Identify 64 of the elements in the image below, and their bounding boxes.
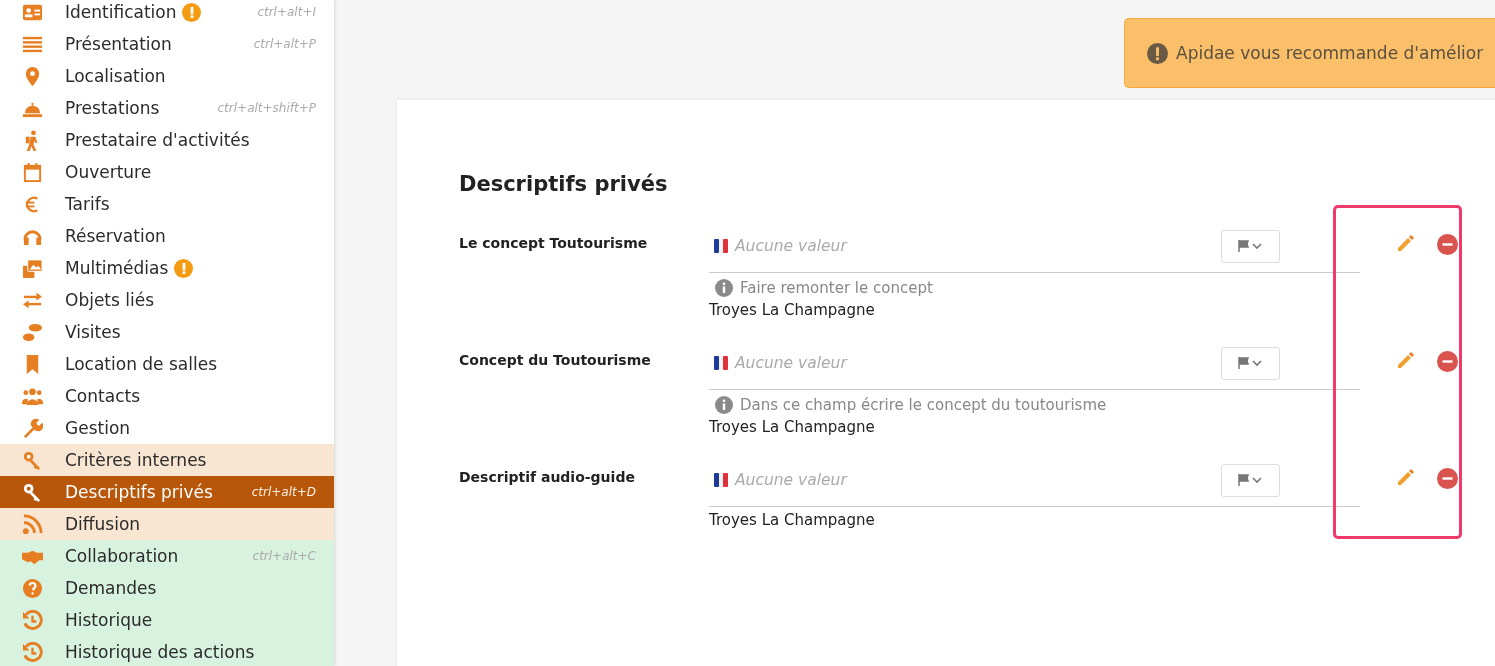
sidebar-item[interactable]: Localisation [0, 60, 334, 92]
shortcut-hint: ctrl+alt+P [253, 37, 316, 51]
sidebar-item[interactable]: Historique [0, 604, 334, 636]
owner-name: Troyes La Champagne [709, 511, 876, 529]
edit-icon[interactable] [1395, 351, 1415, 371]
banner-text: Apidae vous recommande d'amélior [1176, 43, 1484, 63]
sidebar-item[interactable]: Gestion [0, 412, 334, 444]
flag-caret-icon [1238, 239, 1263, 253]
wrench-icon [22, 417, 43, 439]
flag-icon [713, 472, 729, 488]
people-icon [22, 385, 43, 407]
sidebar-item[interactable]: Réservation [0, 220, 334, 252]
language-dropdown[interactable] [1221, 463, 1280, 497]
images-icon [22, 257, 43, 279]
help-icon [22, 577, 43, 599]
sidebar-item[interactable]: Contacts [0, 380, 334, 412]
edit-icon[interactable] [1395, 468, 1415, 488]
shortcut-hint: ctrl+alt+I [257, 5, 316, 19]
calendar-icon [22, 161, 43, 183]
sidebar-item[interactable]: Ouverture [0, 156, 334, 188]
field-label: Descriptif audio-guide [459, 468, 636, 487]
language-dropdown[interactable] [1221, 346, 1280, 380]
sidebar-item[interactable]: Historique des actions [0, 636, 334, 666]
flag-icon [713, 355, 729, 371]
section-title: Descriptifs privés [459, 172, 669, 196]
hint-text: Dans ce champ écrire le concept du toutourisme [740, 396, 1107, 414]
owner-name: Troyes La Champagne [709, 418, 876, 436]
shortcut-hint: ctrl+alt+shift+P [217, 101, 316, 115]
history-icon [22, 609, 43, 631]
key-icon [22, 481, 43, 503]
sidebar-item[interactable]: Critères internes [0, 444, 334, 476]
sidebar-item[interactable]: Présentation ctrl+alt+P [0, 28, 334, 60]
info-icon [715, 279, 733, 297]
edit-icon[interactable] [1395, 234, 1415, 254]
sidebar-item[interactable]: Descriptifs privés ctrl+alt+D [0, 476, 334, 508]
sidebar-item[interactable]: Demandes [0, 572, 334, 604]
sidebar-item[interactable]: Collaboration ctrl+alt+C [0, 540, 334, 572]
sidebar-item[interactable]: Tarifs [0, 188, 334, 220]
remove-icon[interactable] [1437, 351, 1458, 372]
language-dropdown[interactable] [1221, 229, 1280, 263]
sidebar-item[interactable]: Diffusion [0, 508, 334, 540]
sidebar-item[interactable]: Prestataire d'activités [0, 124, 334, 156]
shortcut-hint: ctrl+alt+D [251, 485, 316, 499]
history-icon [22, 641, 43, 663]
sidebar-item[interactable]: Identification ctrl+alt+I [0, 0, 334, 28]
remove-icon[interactable] [1437, 234, 1458, 255]
rss-icon [22, 513, 43, 535]
flag-icon [713, 238, 729, 254]
flag-caret-icon [1238, 473, 1263, 487]
field-label: Le concept Toutourisme [459, 234, 649, 253]
sidebar-item[interactable]: Location de salles [0, 348, 334, 380]
warning-icon [1147, 42, 1168, 64]
flag-caret-icon [1238, 356, 1263, 370]
info-icon [715, 396, 733, 414]
sidebar-item[interactable]: Objets liés [0, 284, 334, 316]
sidebar-item[interactable]: Multimédias [0, 252, 334, 284]
sidebar-item[interactable]: Prestations ctrl+alt+shift+P [0, 92, 334, 124]
sidebar-item[interactable]: Visites [0, 316, 334, 348]
hint-text: Faire remonter le concept [740, 279, 933, 297]
owner-name: Troyes La Champagne [709, 301, 876, 319]
field-label: Concept du Toutourisme [459, 351, 652, 370]
key-icon [22, 449, 43, 471]
shortcut-hint: ctrl+alt+C [252, 549, 316, 563]
remove-icon[interactable] [1437, 468, 1458, 489]
